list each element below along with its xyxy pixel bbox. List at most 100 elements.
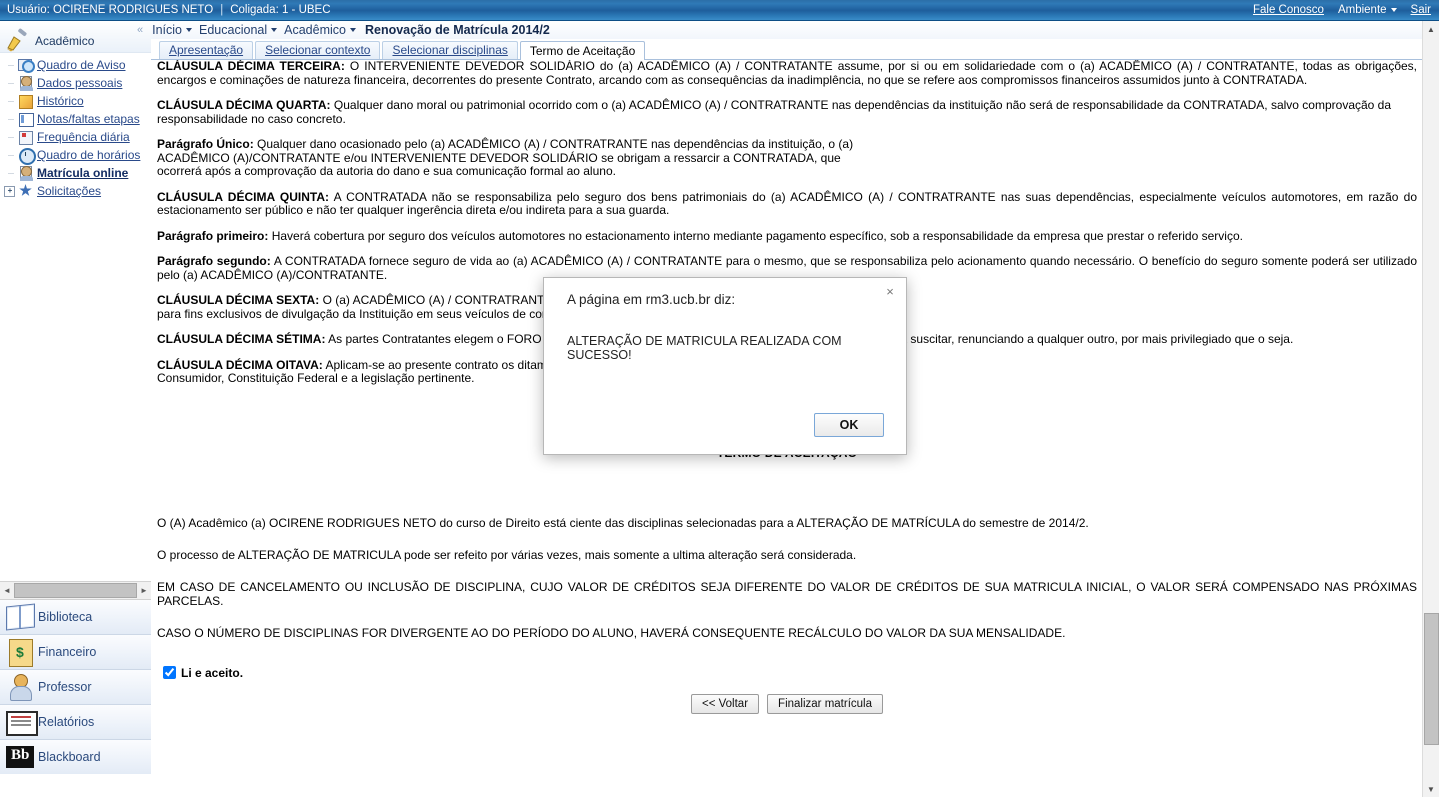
book-icon (4, 602, 36, 632)
scroll-right-arrow-icon[interactable]: ► (137, 583, 151, 598)
person-card-icon (17, 165, 34, 181)
sidebar-item-label[interactable]: Dados pessoais (37, 76, 122, 90)
clause-heading: CLÁUSULA DÉCIMA SÉTIMA: (157, 332, 326, 346)
sidebar-tree: ··· Quadro de Aviso ··· Dados pessoais ·… (0, 53, 151, 200)
finish-enrollment-button[interactable]: Finalizar matrícula (767, 693, 883, 714)
accept-terms-row: Li e aceito. (157, 666, 1417, 680)
sidebar-item-label[interactable]: Solicitações (37, 184, 101, 198)
accept-terms-checkbox[interactable] (163, 666, 176, 679)
scrollbar-thumb[interactable] (1424, 613, 1439, 745)
clause-body: Haverá cobertura por seguro dos veículos… (271, 228, 1243, 243)
sidebar-item-dados-pessoais[interactable]: ··· Dados pessoais (4, 74, 151, 92)
scroll-down-arrow-icon[interactable]: ▼ (1423, 781, 1439, 797)
clause-heading: CLÁUSULA DÉCIMA QUARTA: (157, 98, 331, 112)
sidebar-item-label[interactable]: Histórico (37, 94, 84, 108)
chevron-down-icon (186, 28, 193, 32)
page-vertical-scrollbar[interactable]: ▲ ▼ (1422, 21, 1439, 797)
sidebar-module-relatorios[interactable]: Relatórios (0, 705, 151, 740)
term-paragraph: CASO O NÚMERO DE DISCIPLINAS FOR DIVERGE… (157, 625, 1066, 640)
tree-stub-icon: ··· (7, 132, 15, 142)
tab-apresentacao[interactable]: Apresentação (159, 41, 254, 59)
dialog-title: A página em rm3.ucb.br diz: (567, 292, 736, 307)
chevron-down-icon (349, 28, 356, 32)
breadcrumb-item-inicio[interactable]: Início (152, 23, 193, 37)
ambiente-menu[interactable]: Ambiente (1338, 4, 1397, 16)
tree-stub-icon: ··· (7, 150, 15, 160)
sidebar-item-matricula-online[interactable]: ··· Matrícula online (4, 164, 151, 182)
sidebar-modules: Biblioteca Financeiro Professor Relatóri… (0, 600, 151, 797)
magnifier-board-icon (17, 57, 35, 73)
sidebar-module-blackboard[interactable]: Blackboard (0, 740, 151, 774)
sidebar-item-quadro-de-aviso[interactable]: ··· Quadro de Aviso (4, 56, 151, 74)
pencil-icon (17, 93, 34, 109)
tab-selecionar-contexto[interactable]: Selecionar contexto (255, 41, 381, 59)
sidebar-item-frequencia-diaria[interactable]: ··· Frequência diária (4, 128, 151, 146)
module-label: Professor (38, 680, 92, 694)
clause-heading: CLÁUSULA DÉCIMA SEXTA: (157, 293, 320, 307)
tree-stub-icon: ··· (7, 60, 15, 70)
scroll-up-arrow-icon[interactable]: ▲ (1423, 21, 1439, 37)
sidebar-module-biblioteca[interactable]: Biblioteca (0, 600, 151, 635)
clause-heading: Parágrafo Único: (157, 137, 254, 151)
module-label: Blackboard (38, 750, 101, 764)
term-paragraph: EM CASO DE CANCELAMENTO OU INCLUSÃO DE D… (157, 579, 1417, 608)
tree-stub-icon: ··· (7, 96, 15, 106)
breadcrumb-item-educacional[interactable]: Educacional (199, 23, 278, 37)
sidebar-item-label[interactable]: Quadro de horários (37, 148, 140, 162)
clause-heading: Parágrafo primeiro: (157, 228, 269, 243)
scrollbar-thumb[interactable] (14, 583, 137, 598)
fale-conosco-link[interactable]: Fale Conosco (1253, 4, 1324, 16)
breadcrumb-label: Início (152, 23, 183, 37)
header-separator: | (220, 4, 224, 16)
tree-expand-toggle[interactable]: + (4, 182, 17, 200)
top-header-bar: Usuário: OCIRENE RODRIGUES NETO | Coliga… (0, 0, 1439, 21)
sidebar-item-quadro-de-horarios[interactable]: ··· Quadro de horários (4, 146, 151, 165)
sidebar-item-label[interactable]: Notas/faltas etapas (37, 112, 140, 126)
clause-paragraph: CLÁUSULA DÉCIMA QUARTA: Qualquer dano mo… (157, 98, 1417, 126)
breadcrumb: « Início Educacional Acadêmico Renovação… (137, 21, 1439, 39)
tab-termo-de-aceitacao[interactable]: Termo de Aceitação (519, 41, 646, 60)
breadcrumb-item-academico[interactable]: Acadêmico (284, 23, 356, 37)
coligada-label: Coligada: 1 - UBEC (230, 4, 331, 16)
checklist-icon (17, 129, 34, 145)
close-icon[interactable]: × (882, 283, 898, 299)
sidebar-item-label[interactable]: Frequência diária (37, 130, 130, 144)
sidebar-item-solicitacoes[interactable]: + Solicitações (4, 182, 151, 200)
clause-heading: CLÁUSULA DÉCIMA QUINTA: (157, 189, 330, 204)
academic-broom-icon (4, 28, 30, 52)
back-button[interactable]: << Voltar (691, 693, 760, 714)
sidebar-header: Acadêmico (0, 21, 151, 53)
sidebar-module-financeiro[interactable]: Financeiro (0, 635, 151, 670)
sidebar-item-historico[interactable]: ··· Histórico (4, 92, 151, 110)
dialog-ok-button[interactable]: OK (814, 413, 884, 437)
sidebar-item-label[interactable]: Matrícula online (37, 166, 128, 180)
tab-selecionar-disciplinas[interactable]: Selecionar disciplinas (382, 41, 518, 59)
star-icon (17, 183, 34, 199)
tree-stub-icon: ··· (7, 78, 15, 88)
collapse-panel-icon[interactable]: « (137, 24, 143, 36)
blackboard-icon (4, 742, 36, 772)
accept-terms-label: Li e aceito. (181, 665, 244, 680)
module-label: Biblioteca (38, 610, 93, 624)
module-label: Financeiro (38, 645, 97, 659)
clause-heading: CLÁUSULA DÉCIMA OITAVA: (157, 357, 323, 372)
form-actions: << Voltar Finalizar matrícula (157, 693, 1417, 714)
person-card-icon (17, 75, 34, 91)
clause-paragraph: CLÁUSULA DÉCIMA TERCEIRA: O INTERVENIENT… (157, 60, 1417, 87)
breadcrumb-current-page: Renovação de Matrícula 2014/2 (364, 23, 550, 37)
sidebar-horizontal-scrollbar[interactable]: ◄ ► (0, 581, 151, 600)
sair-link[interactable]: Sair (1411, 4, 1431, 16)
clause-paragraph: Parágrafo Único: Qualquer dano ocasionad… (157, 137, 877, 179)
clause-paragraph: CLÁUSULA DÉCIMA QUINTA: A CONTRATADA não… (157, 189, 1417, 218)
user-label: Usuário: OCIRENE RODRIGUES NETO (7, 4, 214, 16)
tree-stub-icon: ··· (7, 114, 15, 124)
tree-stub-icon: ··· (7, 168, 15, 178)
ambiente-menu-label: Ambiente (1337, 4, 1387, 16)
scroll-left-arrow-icon[interactable]: ◄ (0, 583, 14, 598)
sidebar-item-notas-faltas-etapas[interactable]: ··· Notas/faltas etapas (4, 110, 151, 128)
sidebar-module-professor[interactable]: Professor (0, 670, 151, 705)
teacher-icon (4, 672, 36, 702)
dialog-message: ALTERAÇÃO DE MATRICULA REALIZADA COM SUC… (567, 334, 842, 362)
sidebar-item-label[interactable]: Quadro de Aviso (37, 58, 126, 72)
clause-heading: Parágrafo segundo: (157, 254, 271, 268)
